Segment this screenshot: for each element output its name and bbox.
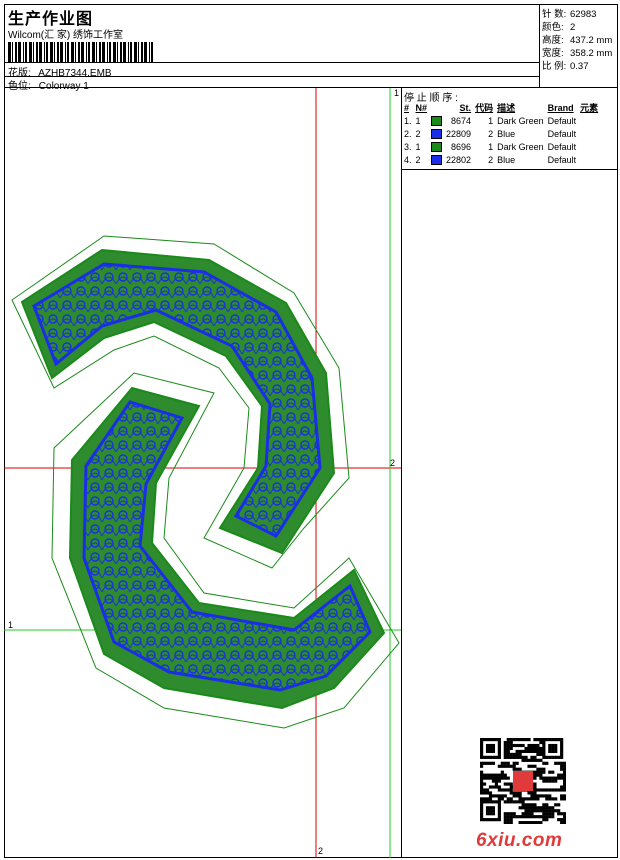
color-swatch <box>429 127 444 140</box>
element <box>578 127 600 140</box>
stop-sequence-panel: 停 止 顺 序 : # N# St. 代码 描述 Brand 元素 1. 1 867… <box>402 88 618 170</box>
color-desc: Dark Green <box>497 141 544 152</box>
barcode-icon <box>8 42 153 62</box>
color-count: 颜色: 2 <box>542 19 575 33</box>
color-code: 2 <box>488 154 494 165</box>
needle-num: 1 <box>415 141 421 152</box>
design-scale: 比 例: 0.37 <box>542 58 589 72</box>
brand: Default <box>547 128 577 139</box>
col-header-element: 元素 <box>580 103 599 113</box>
watermark-site: 6xiu.com <box>476 830 563 851</box>
color-swatch <box>429 140 444 153</box>
design-scale-label: 比 例: <box>542 61 567 72</box>
stitch-count: 针 数: 62983 <box>542 6 596 20</box>
guide-label-v1: 1 <box>394 88 400 98</box>
design-preview: 1 1 2 2 <box>4 88 402 858</box>
meta-panel: 针 数: 62983 颜色: 2 高度: 437.2 mm 宽度: 358.2 mm 比… <box>540 4 618 88</box>
guide-label-h1: 1 <box>8 620 14 630</box>
color-swatch-icon <box>431 128 443 139</box>
color-swatch-icon <box>431 154 443 165</box>
brand: Default <box>547 154 577 165</box>
design-scale-value: 0.37 <box>570 61 589 72</box>
header-panel: 生产作业图 Wilcom(汇 家) 绣饰工作室 花版: AZHB7344.EMB… <box>4 4 540 92</box>
brand: Default <box>547 141 577 152</box>
stitch-count: 22802 <box>446 154 472 165</box>
stitch-count-label: 针 数: <box>542 9 567 20</box>
needle-num: 1 <box>415 115 421 126</box>
col-header-color <box>429 101 444 114</box>
design-width: 宽度: 358.2 mm <box>542 45 612 59</box>
table-row: 1. 1 8674 1 Dark Green Default <box>402 114 600 127</box>
element <box>578 153 600 166</box>
color-desc: Blue <box>497 128 516 139</box>
color-code: 1 <box>488 115 494 126</box>
table-row: 4. 2 22802 2 Blue Default <box>402 153 600 166</box>
stitch-count: 8696 <box>451 141 472 152</box>
needle-num: 2 <box>415 154 421 165</box>
table-row: 2. 2 22809 2 Blue Default <box>402 127 600 140</box>
element <box>578 114 600 127</box>
design-height-label: 高度: <box>542 35 564 46</box>
color-desc: Blue <box>497 154 516 165</box>
table-header-row: # N# St. 代码 描述 Brand 元素 <box>402 101 600 114</box>
col-header-desc: 描述 <box>497 103 516 113</box>
guide-label-v2: 2 <box>318 846 324 856</box>
color-swatch <box>429 153 444 166</box>
design-height: 高度: 437.2 mm <box>542 32 612 46</box>
col-header-stitches: St. <box>459 102 472 113</box>
col-header-code: 代码 <box>475 103 494 113</box>
design-width-label: 宽度: <box>542 48 564 59</box>
color-code: 2 <box>488 128 494 139</box>
stitch-count: 22809 <box>446 128 472 139</box>
stitch-count: 8674 <box>451 115 472 126</box>
color-code: 1 <box>488 141 494 152</box>
color-desc: Dark Green <box>497 115 544 126</box>
stop-num: 2. <box>404 128 412 139</box>
stop-num: 1. <box>404 115 412 126</box>
color-swatch-icon <box>431 115 443 126</box>
stop-num: 4. <box>404 154 412 165</box>
embroidery-design <box>4 88 401 858</box>
qr-code-icon <box>480 738 566 824</box>
stop-sequence-table: # N# St. 代码 描述 Brand 元素 1. 1 8674 1 Dark Gre… <box>402 101 600 166</box>
color-count-label: 颜色: <box>542 22 564 33</box>
col-header-num: # <box>404 102 410 113</box>
needle-num: 2 <box>415 128 421 139</box>
col-header-n: N# <box>415 102 428 113</box>
col-header-brand: Brand <box>547 102 574 113</box>
color-swatch <box>429 114 444 127</box>
table-row: 3. 1 8696 1 Dark Green Default <box>402 140 600 153</box>
element <box>578 140 600 153</box>
color-swatch-icon <box>431 141 443 152</box>
header-divider <box>4 62 540 63</box>
company-name: Wilcom(汇 家) 绣饰工作室 <box>8 30 123 41</box>
guide-label-h2: 2 <box>390 458 396 468</box>
brand: Default <box>547 115 577 126</box>
stop-num: 3. <box>404 141 412 152</box>
